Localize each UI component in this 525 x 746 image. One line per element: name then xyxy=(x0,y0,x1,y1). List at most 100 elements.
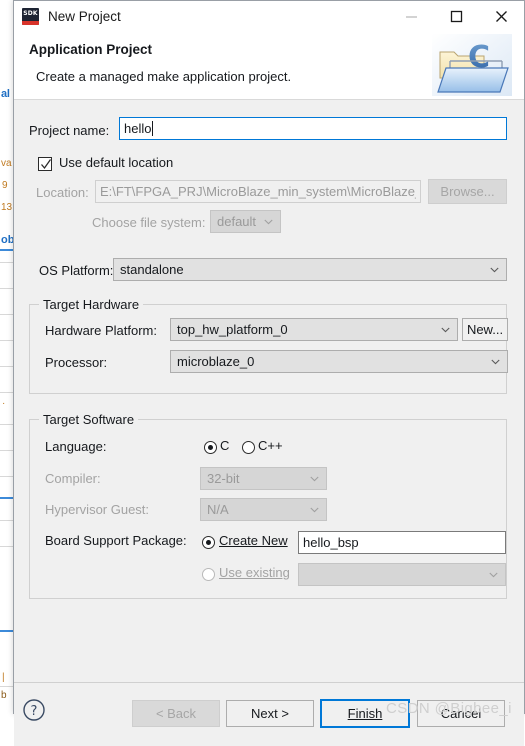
dialog-header: Application Project Create a managed mak… xyxy=(14,32,524,100)
language-c-label-text: C xyxy=(220,438,229,453)
location-value: E:\FT\FPGA_PRJ\MicroBlaze_min_system\Mic… xyxy=(100,184,416,199)
hypervisor-guest-value: N/A xyxy=(207,502,229,517)
bsp-use-existing-label-text: Use existing xyxy=(219,565,290,580)
bsp-use-existing-radio xyxy=(202,568,215,581)
background-fragment-bar: | xyxy=(2,672,5,683)
chevron-down-icon xyxy=(310,507,319,513)
sdk-icon: SDK xyxy=(22,8,39,25)
language-label-text: Language: xyxy=(45,439,106,454)
target-software-group: Target Software Language: C C++ Compiler… xyxy=(29,419,507,599)
language-c-radio[interactable] xyxy=(204,441,217,454)
new-hardware-platform-button[interactable]: New... xyxy=(462,318,508,341)
project-name-label-text: Project name: xyxy=(29,123,109,138)
svg-text:?: ? xyxy=(31,704,38,719)
background-fragment-13: 13 xyxy=(1,202,12,213)
close-icon[interactable] xyxy=(479,1,524,32)
location-label: Location: xyxy=(36,185,89,200)
target-hardware-group-title: Target Hardware xyxy=(39,297,143,312)
chevron-down-icon xyxy=(489,572,498,578)
next-button[interactable]: Next > xyxy=(226,700,314,727)
c-project-folder-icon: C xyxy=(432,34,512,96)
chevron-down-icon xyxy=(490,267,499,273)
background-fragment-va: va xyxy=(1,158,12,169)
window-controls xyxy=(389,1,524,32)
language-cpp-radio[interactable] xyxy=(242,441,255,454)
check-icon xyxy=(40,158,52,171)
chevron-down-icon xyxy=(491,359,500,365)
choose-file-system-label: Choose file system: xyxy=(92,215,205,230)
os-platform-label-text: OS Platform: xyxy=(39,263,113,278)
choose-file-system-value: default xyxy=(217,214,256,229)
back-button-label: < Back xyxy=(156,706,196,721)
compiler-combo: 32-bit xyxy=(200,467,327,490)
text-caret xyxy=(152,121,153,136)
sdk-icon-label: SDK xyxy=(22,10,39,17)
window-title: New Project xyxy=(48,9,121,24)
processor-combo[interactable]: microblaze_0 xyxy=(170,350,508,373)
chevron-down-icon xyxy=(264,219,273,225)
bsp-create-new-radio[interactable] xyxy=(202,536,215,549)
os-platform-value: standalone xyxy=(120,262,184,277)
new-project-dialog: SDK New Project Application Project Crea… xyxy=(13,0,525,714)
project-name-value: hello xyxy=(124,121,151,136)
browse-button: Browse... xyxy=(428,179,507,204)
hypervisor-guest-combo: N/A xyxy=(200,498,327,521)
os-platform-label: OS Platform: xyxy=(39,263,113,278)
os-platform-combo[interactable]: standalone xyxy=(113,258,507,281)
dialog-titlebar[interactable]: SDK New Project xyxy=(14,1,524,32)
language-label: Language: xyxy=(45,439,106,454)
hardware-platform-label-text: Hardware Platform: xyxy=(45,323,157,338)
project-name-label: Project name: xyxy=(29,123,109,138)
choose-file-system-label-text: Choose file system: xyxy=(92,215,205,230)
hardware-platform-label: Hardware Platform: xyxy=(45,323,157,338)
next-button-label: Next > xyxy=(251,706,289,721)
target-software-group-title: Target Software xyxy=(39,412,138,427)
use-default-location-checkbox[interactable] xyxy=(38,157,52,171)
chevron-down-icon xyxy=(310,476,319,482)
board-support-package-label-text: Board Support Package: xyxy=(45,533,187,548)
minimize-icon[interactable] xyxy=(389,1,434,32)
hypervisor-guest-label: Hypervisor Guest: xyxy=(45,502,149,517)
compiler-label: Compiler: xyxy=(45,471,101,486)
watermark: CSDN @Bigbee_i xyxy=(386,700,512,717)
language-c-label[interactable]: C xyxy=(220,438,229,453)
sdk-icon-accent-bar xyxy=(22,21,39,25)
page-title: Application Project xyxy=(29,42,152,57)
hardware-platform-value: top_hw_platform_0 xyxy=(177,322,288,337)
hypervisor-guest-label-text: Hypervisor Guest: xyxy=(45,502,149,517)
language-cpp-label-text: C++ xyxy=(258,438,283,453)
radio-dot xyxy=(208,445,213,450)
project-name-input[interactable]: hello xyxy=(119,117,507,140)
bsp-use-existing-label: Use existing xyxy=(219,565,290,580)
maximize-icon[interactable] xyxy=(434,1,479,32)
dialog-content: Project name: hello Use default location… xyxy=(14,100,524,682)
back-button: < Back xyxy=(132,700,220,727)
processor-value: microblaze_0 xyxy=(177,354,254,369)
radio-dot xyxy=(206,540,211,545)
use-default-location-text: Use default location xyxy=(59,155,173,170)
compiler-value: 32-bit xyxy=(207,471,240,486)
bsp-use-existing-combo xyxy=(298,563,506,586)
new-button-label: New... xyxy=(467,322,503,337)
browse-button-label: Browse... xyxy=(440,184,494,199)
bsp-create-new-label-text: Create New xyxy=(219,533,288,548)
page-description: Create a managed make application projec… xyxy=(36,69,291,84)
board-support-package-label: Board Support Package: xyxy=(45,533,187,548)
language-cpp-label[interactable]: C++ xyxy=(258,438,283,453)
compiler-label-text: Compiler: xyxy=(45,471,101,486)
background-tab-label-al: al xyxy=(1,88,10,100)
finish-button-label: Finish xyxy=(348,706,383,721)
background-fragment-9: 9 xyxy=(2,180,8,191)
bsp-create-new-label[interactable]: Create New xyxy=(219,533,288,548)
chevron-down-icon xyxy=(441,327,450,333)
location-input: E:\FT\FPGA_PRJ\MicroBlaze_min_system\Mic… xyxy=(95,180,421,203)
choose-file-system-combo: default xyxy=(210,210,281,233)
bsp-name-input[interactable]: hello_bsp xyxy=(298,531,506,554)
target-hardware-group: Target Hardware Hardware Platform: top_h… xyxy=(29,304,507,394)
help-icon[interactable]: ? xyxy=(22,698,46,722)
use-default-location-label[interactable]: Use default location xyxy=(59,155,173,170)
hardware-platform-combo[interactable]: top_hw_platform_0 xyxy=(170,318,458,341)
background-fragment-b: b xyxy=(1,690,7,701)
bsp-name-value: hello_bsp xyxy=(303,535,359,550)
processor-label-text: Processor: xyxy=(45,355,107,370)
